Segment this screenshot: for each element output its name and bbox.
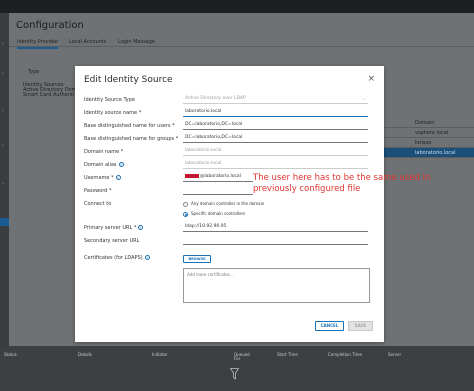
top-navigation-bar: [0, 0, 474, 13]
username-input[interactable]: @laboratorio.local: [183, 173, 253, 182]
primary-server-url-input[interactable]: ldap://10.92.90.95: [183, 223, 368, 232]
domain-name-label: Domain name *: [84, 149, 124, 155]
column-header[interactable]: Queued For: [234, 353, 250, 361]
column-header[interactable]: Initiator: [152, 353, 168, 357]
nav-chevron-icon[interactable]: ›: [2, 71, 4, 77]
column-header[interactable]: Completion Time: [328, 353, 362, 357]
tab-login-message[interactable]: Login Message: [118, 39, 155, 45]
identity-source-type-label: Identity Source Type: [84, 97, 135, 103]
nav-selected-item[interactable]: [0, 218, 9, 226]
nav-chevron-icon[interactable]: ›: [2, 143, 4, 149]
tab-local-accounts[interactable]: Local Accounts: [69, 39, 106, 45]
browse-button[interactable]: BROWSE: [183, 255, 211, 263]
tasks-header: Status Details Initiator Queued For Star…: [0, 350, 474, 364]
filter-funnel-icon: [230, 368, 239, 380]
domain-name-input[interactable]: laboratorio.local: [183, 147, 368, 156]
radio-any-domain-controller[interactable]: Any domain controller in the domain: [183, 201, 264, 207]
save-button[interactable]: SAVE: [348, 321, 373, 331]
nav-chevron-icon[interactable]: ›: [2, 181, 4, 187]
column-header[interactable]: Details: [78, 353, 92, 357]
info-icon[interactable]: i: [118, 162, 124, 167]
dialog-title: Edit Identity Source: [84, 75, 173, 85]
tab-identity-provider[interactable]: Identity Provider: [17, 39, 59, 49]
table-row[interactable]: lorisos: [375, 138, 474, 148]
certificates-label: Certificates (for LDAPS) i: [84, 255, 150, 261]
column-header[interactable]: Server: [388, 353, 401, 357]
identity-source-name-input[interactable]: laboratorio.local: [183, 108, 368, 117]
tab-bar: Identity Provider Local Accounts Login M…: [9, 36, 474, 49]
radio-specific-domain-controllers[interactable]: Specific domain controllers: [183, 211, 245, 217]
annotation-line: The user here has to be the same used in: [253, 173, 431, 183]
list-item[interactable]: Smart Card Authenti: [23, 93, 76, 98]
annotation-line: previously configured file: [253, 184, 361, 194]
identity-provider-list: Identity Sources Active Directory Dom Sm…: [23, 83, 76, 98]
connect-to-label: Connect to: [84, 201, 112, 207]
secondary-server-url-label: Secondary server URL: [84, 238, 140, 244]
identity-sources-table: Domain vsphere.local lorisos laboratorio…: [375, 118, 474, 158]
domain-column-header: Domain: [375, 118, 474, 128]
identity-source-type-select[interactable]: Active Directory over LDAP ⌄: [183, 95, 368, 104]
info-icon[interactable]: i: [138, 225, 144, 230]
close-icon[interactable]: ×: [367, 75, 375, 84]
annotation-text: The user here has to be the same used in…: [253, 173, 453, 195]
left-navigator: › › › › ›: [0, 13, 9, 391]
nav-chevron-icon[interactable]: ›: [2, 41, 4, 47]
redaction-mark: [185, 173, 199, 178]
password-label: Password *: [84, 188, 112, 194]
password-input[interactable]: [183, 186, 253, 195]
column-header[interactable]: Status: [4, 353, 17, 357]
domain-alias-label: Domain alias i: [84, 162, 124, 168]
certificates-textarea[interactable]: Add more certificates...: [183, 268, 370, 303]
column-header[interactable]: Start Time: [277, 353, 298, 357]
domain-alias-input[interactable]: laboratorio.local: [183, 160, 368, 169]
info-icon[interactable]: i: [144, 255, 150, 260]
secondary-server-url-input[interactable]: [183, 236, 368, 245]
page-title: Configuration: [16, 20, 84, 31]
chevron-down-icon: ⌄: [362, 96, 366, 101]
nav-chevron-icon[interactable]: ›: [2, 108, 4, 114]
base-dn-groups-input[interactable]: DC=laboratorio,DC=local: [183, 134, 368, 143]
base-dn-groups-label: Base distinguished name for groups *: [84, 136, 179, 142]
recent-tasks-panel: Status Details Initiator Queued For Star…: [0, 346, 474, 391]
identity-source-name-label: Identity source name *: [84, 110, 142, 116]
username-label: Username * i: [84, 175, 121, 181]
table-row-selected[interactable]: laboratorio.local: [375, 148, 474, 158]
radio-button-selected[interactable]: [183, 211, 188, 217]
primary-server-url-label: Primary server URL * i: [84, 225, 144, 231]
base-dn-users-input[interactable]: DC=laboratorio,DC=local: [183, 121, 368, 130]
info-icon[interactable]: i: [115, 175, 121, 180]
type-column-header: Type: [28, 69, 40, 75]
cancel-button[interactable]: CANCEL: [315, 321, 344, 331]
radio-button[interactable]: [183, 201, 188, 207]
table-row[interactable]: vsphere.local: [375, 128, 474, 138]
edit-identity-source-dialog: Edit Identity Source × Identity Source T…: [75, 66, 430, 342]
base-dn-users-label: Base distinguished name for users *: [84, 123, 175, 129]
